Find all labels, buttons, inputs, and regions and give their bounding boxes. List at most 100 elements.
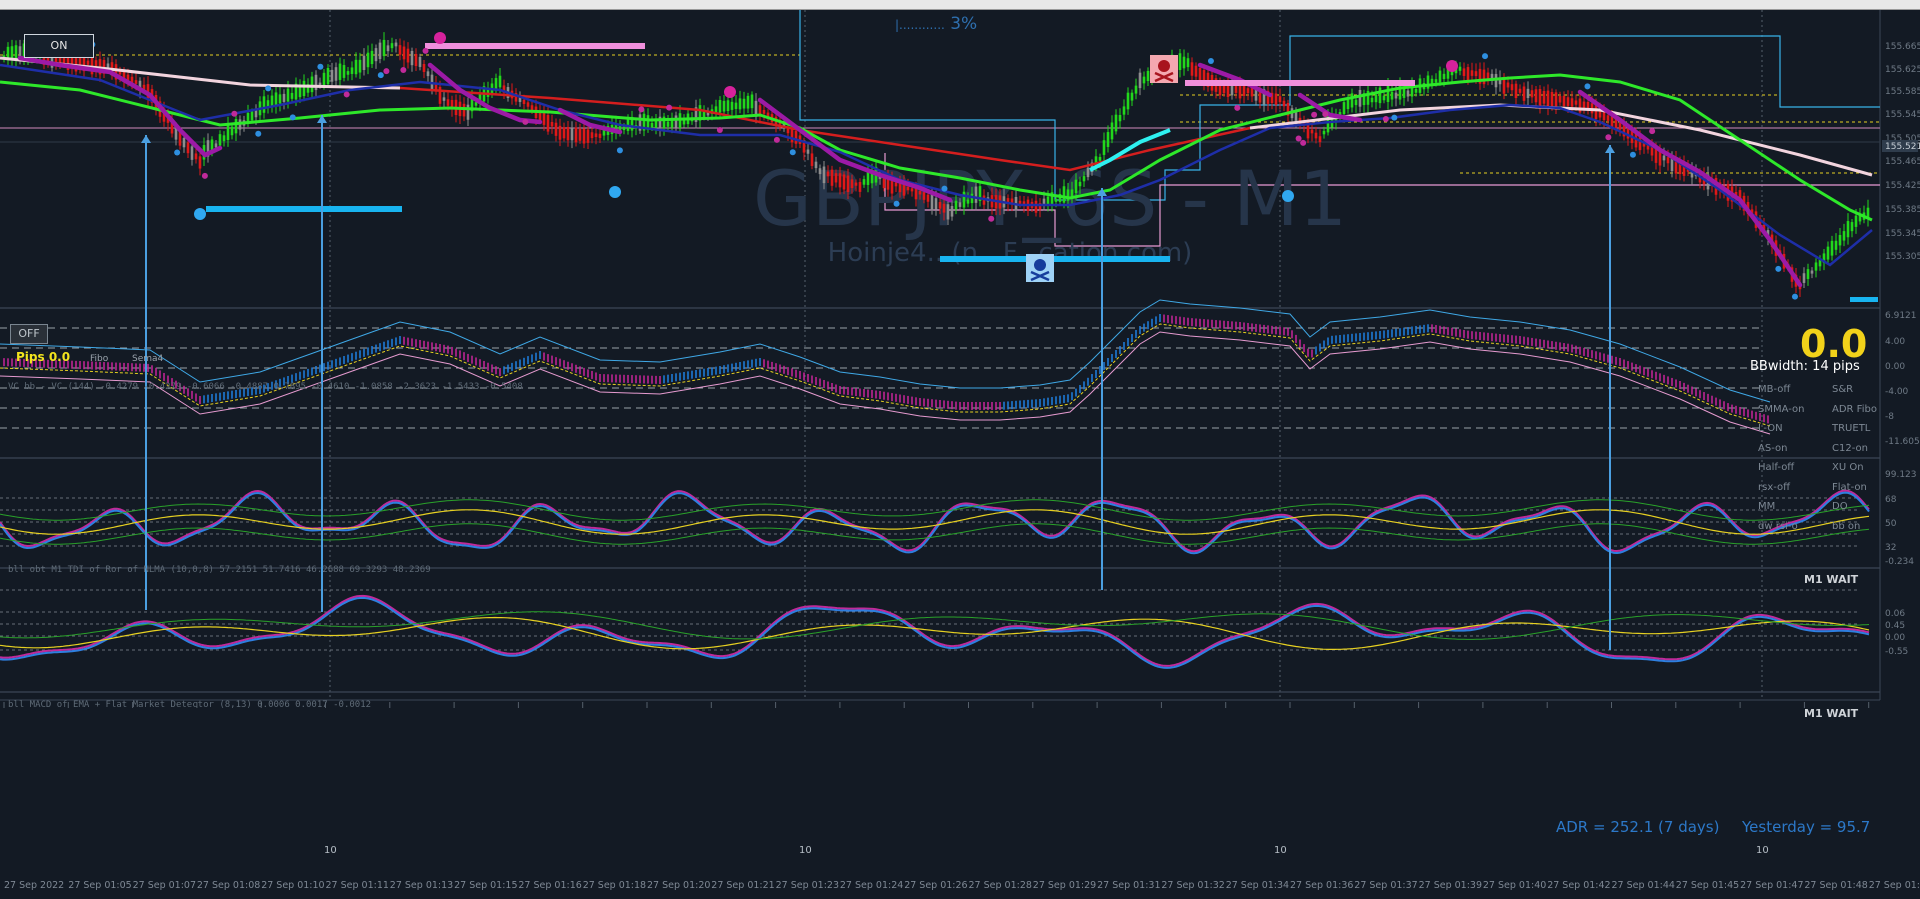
candle (666, 121, 670, 127)
settings-toggle-left[interactable]: L-ON (1758, 423, 1832, 434)
time-tick: 27 Sep 01:13 (390, 880, 453, 891)
price-tick: 155.465 (1885, 157, 1920, 167)
candle (1458, 66, 1462, 71)
support-bar-2 (940, 256, 1170, 262)
candle (1618, 123, 1622, 130)
time-tick: 27 Sep 01:10 (261, 880, 324, 891)
signal-marker (265, 85, 272, 92)
settings-toggle-left[interactable]: MB-off (1758, 384, 1832, 395)
candle (862, 179, 866, 185)
time-tick: 27 Sep 01:29 (1033, 880, 1096, 891)
candle (278, 94, 282, 104)
candle (418, 57, 422, 67)
candle (386, 45, 390, 52)
candle (1838, 235, 1842, 246)
candle (234, 119, 238, 134)
candle (1134, 85, 1138, 94)
adr-label: ADR = 252.1 (7 days) (1556, 818, 1720, 836)
candle (1390, 91, 1394, 100)
candle (750, 94, 754, 109)
time-tick: 27 Sep 01:18 (583, 880, 646, 891)
candle (290, 92, 294, 99)
signal-marker (789, 149, 796, 156)
price-tick: 155.585 (1885, 87, 1920, 97)
candle (954, 200, 958, 210)
fibo-button[interactable]: Fibo (90, 354, 108, 364)
signal-dot-2 (1282, 190, 1294, 202)
candle (1830, 240, 1834, 256)
candle (1582, 101, 1586, 109)
off-button[interactable]: OFF (10, 324, 48, 344)
price-chart-canvas[interactable]: GBPJPY_6S - M1 Hoinje4...(n...F...cation… (0, 10, 1920, 899)
candle (302, 80, 306, 97)
settings-menu-row: SMMA-on ADR Fibo (1758, 404, 1918, 415)
candle (1318, 136, 1322, 143)
time-tick: 27 Sep 01:44 (1612, 880, 1675, 891)
candle (218, 134, 222, 146)
resistance-bar-2 (1185, 80, 1415, 86)
time-tick: 27 Sep 01:36 (1290, 880, 1353, 891)
settings-toggle-right[interactable]: XU On (1832, 462, 1906, 473)
candle (906, 186, 910, 191)
candle (746, 95, 750, 109)
candle (1666, 157, 1670, 164)
settings-toggle-left[interactable]: Half-off (1758, 462, 1832, 473)
settings-toggle-right[interactable]: bb on (1832, 521, 1906, 532)
settings-menu-row: MB-off S&R (1758, 384, 1918, 395)
candle (398, 45, 402, 55)
candle (578, 128, 582, 141)
candle (1078, 181, 1082, 187)
settings-toggle-left[interactable]: rsx-off (1758, 482, 1832, 493)
candle (422, 64, 426, 72)
signal-marker (666, 104, 673, 111)
settings-toggle-left[interactable]: SMMA-on (1758, 404, 1832, 415)
candle (942, 203, 946, 213)
period-marker: 10 (1756, 845, 1769, 856)
candle (358, 59, 362, 73)
on-button[interactable]: ON (24, 34, 94, 58)
settings-toggle-right[interactable]: ADR Fibo (1832, 404, 1906, 415)
candle (926, 194, 930, 202)
settings-toggle-right[interactable]: C12-on (1832, 443, 1906, 454)
candle (894, 182, 898, 187)
sema4-button[interactable]: Sema4 (132, 354, 163, 364)
candle (594, 133, 598, 138)
macd-tick: 0.45 (1885, 621, 1905, 631)
candle (1246, 88, 1250, 94)
signal-marker (616, 147, 623, 154)
settings-toggle-right[interactable]: Flat-on (1832, 482, 1906, 493)
candle (1278, 96, 1282, 103)
settings-toggle-right[interactable]: DO (1832, 501, 1906, 512)
signal-marker (1382, 116, 1389, 123)
period-marker: 10 (324, 845, 337, 856)
signal-dot-4 (724, 86, 736, 98)
candle (86, 60, 90, 65)
time-tick: 27 Sep 01:07 (133, 880, 196, 891)
candle (566, 127, 570, 141)
macd-signal-status: M1 WAIT (1804, 707, 1859, 720)
settings-menu-row: AS-on C12-on (1758, 443, 1918, 454)
candle (1250, 88, 1254, 97)
candle (582, 128, 586, 144)
settings-toggle-right[interactable]: S&R (1832, 384, 1906, 395)
settings-toggle-right[interactable]: TRUETL (1832, 423, 1906, 434)
signal-marker (343, 91, 350, 98)
candle (810, 153, 814, 166)
candle (1370, 97, 1374, 103)
candle (1554, 92, 1558, 109)
candle (222, 135, 226, 142)
candle (342, 65, 346, 78)
candle (590, 132, 594, 139)
settings-toggle-left[interactable]: AS-on (1758, 443, 1832, 454)
candle (1442, 73, 1446, 80)
candle (1358, 89, 1362, 107)
candle (1322, 130, 1326, 135)
signal-dot-3 (434, 32, 446, 44)
yesterday-label: Yesterday = 95.7 (1742, 818, 1871, 836)
candle (186, 142, 190, 154)
settings-toggle-left[interactable]: MM (1758, 501, 1832, 512)
time-tick: 27 Sep 01:32 (1161, 880, 1224, 891)
signal-marker (522, 118, 529, 125)
settings-toggle-left[interactable]: dw rsi-o (1758, 521, 1832, 532)
candle (1102, 140, 1106, 155)
